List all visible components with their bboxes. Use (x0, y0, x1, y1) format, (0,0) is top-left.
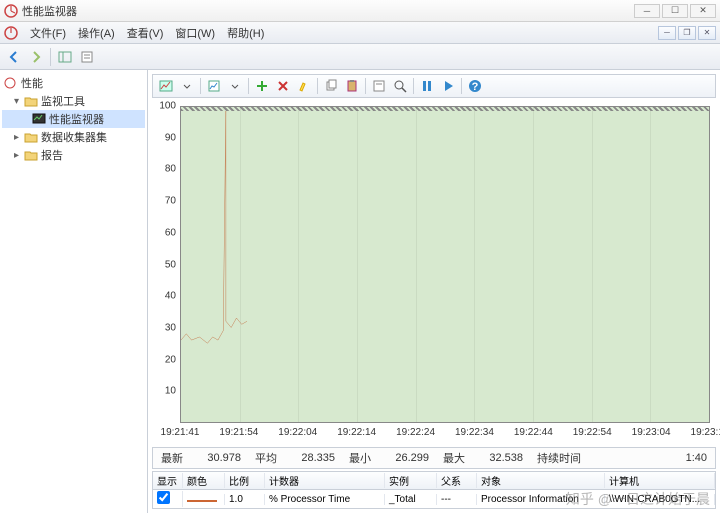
stat-latest-label: 最新 (153, 450, 187, 466)
stat-min-value: 26.299 (375, 452, 435, 464)
col-counter[interactable]: 计数器 (265, 473, 385, 488)
stat-max-value: 32.538 (469, 452, 529, 464)
chart-area[interactable]: 102030405060708090100 19:21:4119:21:5419… (152, 102, 716, 445)
window-titlebar: 性能监视器 ─ ☐ ✕ (0, 0, 720, 22)
view-dropdown-button[interactable] (177, 76, 197, 96)
tree-label: 监视工具 (41, 93, 85, 109)
window-title: 性能监视器 (22, 3, 634, 19)
cell-counter: % Processor Time (265, 494, 385, 505)
view-log-button[interactable] (204, 76, 224, 96)
mdi-close-button[interactable]: ✕ (698, 26, 716, 40)
menu-action[interactable]: 操作(A) (72, 23, 121, 43)
monitor-icon (32, 113, 46, 125)
grid-header: 显示 颜色 比例 计数器 实例 父系 对象 计算机 (153, 472, 715, 490)
menubar: 文件(F) 操作(A) 查看(V) 窗口(W) 帮助(H) ─ ❐ ✕ (0, 22, 720, 44)
stat-min-label: 最小 (341, 450, 375, 466)
stat-duration-label: 持续时间 (529, 450, 585, 466)
minimize-button[interactable]: ─ (634, 4, 660, 18)
x-axis: 19:21:4119:21:5419:22:0419:22:1419:22:24… (180, 427, 710, 441)
col-color[interactable]: 颜色 (183, 473, 225, 488)
menu-window[interactable]: 窗口(W) (169, 23, 221, 43)
properties-button[interactable] (369, 76, 389, 96)
tree-performance-monitor[interactable]: 性能监视器 (2, 110, 145, 128)
stat-duration-value: 1:40 (585, 452, 715, 464)
folder-icon (24, 131, 38, 143)
back-button[interactable] (4, 47, 24, 67)
chart-toolbar: ? (152, 74, 716, 98)
cell-computer: \\WIN-CRAB0GTN... (605, 494, 715, 505)
svg-text:?: ? (472, 81, 479, 93)
col-parent[interactable]: 父系 (437, 473, 477, 488)
stat-latest-value: 30.978 (187, 452, 247, 464)
collapse-icon[interactable]: ▾ (12, 96, 21, 107)
grid-row[interactable]: 1.0 % Processor Time _Total --- Processo… (153, 490, 715, 508)
mdi-minimize-button[interactable]: ─ (658, 26, 676, 40)
cell-show[interactable] (153, 491, 183, 507)
add-counter-button[interactable] (252, 76, 272, 96)
tree-data-collector-sets[interactable]: ▸ 数据收集器集 (2, 128, 145, 146)
main-toolbar (0, 44, 720, 70)
update-button[interactable] (438, 76, 458, 96)
mdi-restore-button[interactable]: ❐ (678, 26, 696, 40)
menu-view[interactable]: 查看(V) (121, 23, 170, 43)
delete-counter-button[interactable] (273, 76, 293, 96)
expand-icon[interactable]: ▸ (12, 132, 21, 143)
freeze-button[interactable] (417, 76, 437, 96)
color-swatch (187, 500, 217, 502)
stat-max-label: 最大 (435, 450, 469, 466)
help-button[interactable]: ? (465, 76, 485, 96)
expand-icon[interactable]: ▸ (12, 150, 21, 161)
app-icon (4, 4, 18, 18)
view-log-dropdown[interactable] (225, 76, 245, 96)
tree-label: 数据收集器集 (41, 129, 107, 145)
stat-avg-label: 平均 (247, 450, 281, 466)
cell-color (183, 494, 225, 505)
show-checkbox[interactable] (157, 491, 170, 504)
col-scale[interactable]: 比例 (225, 473, 265, 488)
navigation-tree[interactable]: 性能 ▾ 监视工具 性能监视器 ▸ 数据收集器集 ▸ 报告 (0, 70, 148, 513)
highlight-button[interactable] (294, 76, 314, 96)
cell-instance: _Total (385, 494, 437, 505)
paste-button[interactable] (342, 76, 362, 96)
stats-bar: 最新 30.978 平均 28.335 最小 26.299 最大 32.538 … (152, 447, 716, 469)
copy-button[interactable] (321, 76, 341, 96)
show-hide-tree-button[interactable] (55, 47, 75, 67)
tree-label: 报告 (41, 147, 63, 163)
view-current-button[interactable] (156, 76, 176, 96)
zoom-button[interactable] (390, 76, 410, 96)
y-axis: 102030405060708090100 (152, 106, 178, 423)
close-button[interactable]: ✕ (690, 4, 716, 18)
folder-icon (24, 149, 38, 161)
perfmon-icon (4, 26, 18, 40)
col-instance[interactable]: 实例 (385, 473, 437, 488)
folder-icon (24, 95, 38, 107)
cell-object: Processor Information (477, 494, 605, 505)
perfmon-icon (4, 77, 18, 89)
maximize-button[interactable]: ☐ (662, 4, 688, 18)
menu-file[interactable]: 文件(F) (24, 23, 72, 43)
cell-parent: --- (437, 494, 477, 505)
menu-help[interactable]: 帮助(H) (221, 23, 270, 43)
col-computer[interactable]: 计算机 (605, 473, 715, 488)
counter-grid[interactable]: 显示 颜色 比例 计数器 实例 父系 对象 计算机 1.0 % Processo… (152, 471, 716, 509)
chart-line-svg (181, 107, 709, 422)
chart-plot[interactable] (180, 106, 710, 423)
forward-button[interactable] (26, 47, 46, 67)
col-object[interactable]: 对象 (477, 473, 605, 488)
main-panel: ? 102030405060708090100 19:21:4119:21:54… (148, 70, 720, 513)
tree-reports[interactable]: ▸ 报告 (2, 146, 145, 164)
properties-button[interactable] (77, 47, 97, 67)
stat-avg-value: 28.335 (281, 452, 341, 464)
cell-scale: 1.0 (225, 494, 265, 505)
col-show[interactable]: 显示 (153, 473, 183, 488)
chart-top-hatch (181, 107, 709, 111)
tree-label: 性能监视器 (49, 111, 104, 127)
tree-label: 性能 (21, 75, 43, 91)
tree-monitoring-tools[interactable]: ▾ 监视工具 (2, 92, 145, 110)
tree-root[interactable]: 性能 (2, 74, 145, 92)
